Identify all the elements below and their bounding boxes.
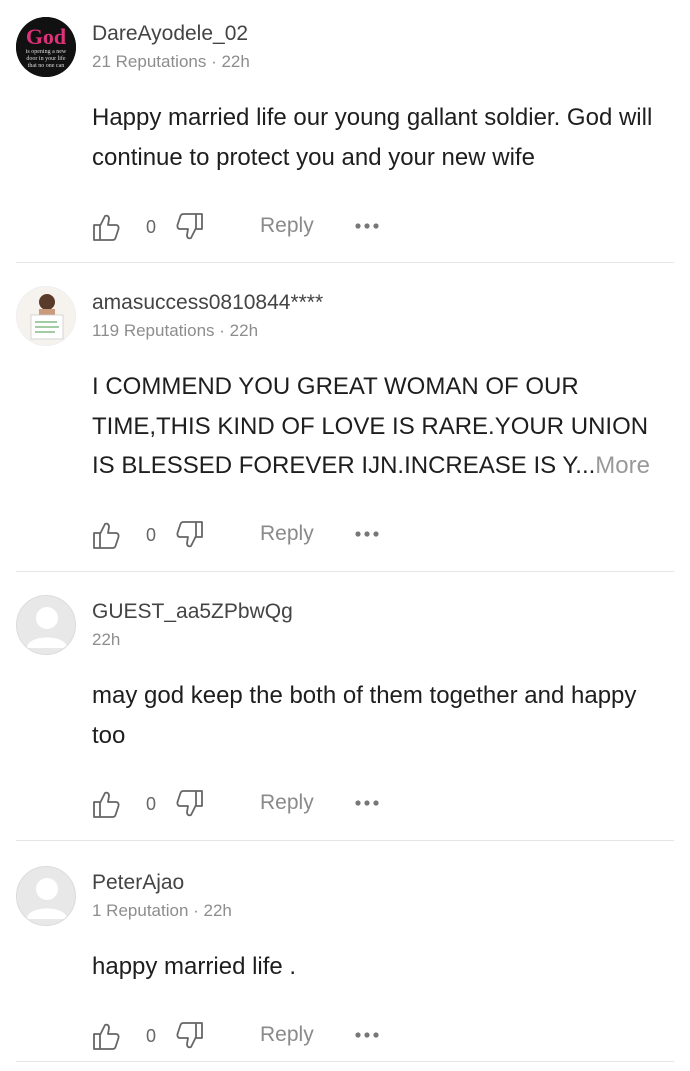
more-dots-icon[interactable] (354, 793, 380, 813)
thumbs-down-icon[interactable] (176, 520, 204, 550)
like-count: 0 (146, 794, 157, 814)
comment-username[interactable]: amasuccess0810844**** (92, 291, 323, 315)
reply-button[interactable]: Reply (260, 1023, 314, 1047)
comment-item: GUEST_aa5ZPbwQg 22h may god keep the bot… (0, 595, 690, 835)
comment-username[interactable]: GUEST_aa5ZPbwQg (92, 600, 293, 624)
divider (16, 262, 674, 263)
comment-item: PeterAjao 1 Reputation · 22h happy marri… (0, 866, 690, 1066)
divider (16, 571, 674, 572)
svg-text:that no one can: that no one can (28, 63, 65, 69)
avatar-image: God is opening a new door in your life t… (16, 17, 76, 77)
default-user-icon (27, 878, 67, 919)
comment-text: may god keep the both of them together a… (92, 676, 672, 755)
comment-actions: 0 Reply (92, 1021, 492, 1053)
avatar[interactable] (16, 595, 76, 655)
more-dots-icon[interactable] (354, 1025, 380, 1045)
svg-text:is opening a new: is opening a new (26, 49, 67, 55)
comment-text: I COMMEND YOU GREAT WOMAN OF OUR TIME,TH… (92, 367, 672, 486)
like-count: 0 (146, 525, 157, 545)
thumbs-up-icon[interactable] (92, 520, 120, 550)
avatar[interactable]: God is opening a new door in your life t… (16, 17, 76, 77)
comment-text-content: may god keep the both of them together a… (92, 682, 637, 749)
comment-list: God is opening a new door in your life t… (0, 0, 690, 1071)
like-count: 0 (146, 217, 157, 237)
thumbs-down-icon[interactable] (176, 789, 204, 819)
reply-button[interactable]: Reply (260, 791, 314, 815)
comment-item: God is opening a new door in your life t… (0, 17, 690, 257)
reply-button[interactable]: Reply (260, 214, 314, 238)
comment-actions: 0 Reply (92, 212, 492, 244)
avatar[interactable] (16, 286, 76, 346)
comment-actions: 0 Reply (92, 789, 492, 821)
thumbs-down-icon[interactable] (176, 212, 204, 242)
comment-item: amasuccess0810844**** 119 Reputations · … (0, 286, 690, 566)
thumbs-up-icon[interactable] (92, 789, 120, 819)
comment-meta: 1 Reputation · 22h (92, 901, 232, 920)
comment-username[interactable]: PeterAjao (92, 871, 184, 895)
reply-button[interactable]: Reply (260, 522, 314, 546)
svg-text:door in your life: door in your life (26, 55, 65, 62)
comment-text-content: Happy married life our young gallant sol… (92, 104, 653, 171)
comment-meta: 21 Reputations · 22h (92, 52, 250, 71)
default-user-icon (27, 607, 67, 648)
more-dots-icon[interactable] (354, 524, 380, 544)
divider (16, 840, 674, 841)
thumbs-down-icon[interactable] (176, 1021, 204, 1051)
comment-meta: 119 Reputations · 22h (92, 321, 259, 340)
thumbs-up-icon[interactable] (92, 1021, 120, 1051)
thumbs-up-icon[interactable] (92, 212, 120, 242)
avatar[interactable] (16, 866, 76, 926)
more-link[interactable]: More (595, 452, 650, 479)
avatar-image (17, 287, 75, 345)
comment-text-content: I COMMEND YOU GREAT WOMAN OF OUR TIME,TH… (92, 373, 649, 479)
more-dots-icon[interactable] (354, 216, 380, 236)
comment-text-content: happy married life . (92, 953, 297, 980)
svg-text:God: God (26, 24, 66, 49)
comment-username[interactable]: DareAyodele_02 (92, 22, 248, 46)
comment-text: happy married life . (92, 947, 672, 987)
comment-actions: 0 Reply (92, 520, 492, 552)
comment-text: Happy married life our young gallant sol… (92, 98, 672, 177)
comment-meta: 22h (92, 630, 121, 649)
like-count: 0 (146, 1026, 157, 1046)
divider (16, 1061, 674, 1062)
